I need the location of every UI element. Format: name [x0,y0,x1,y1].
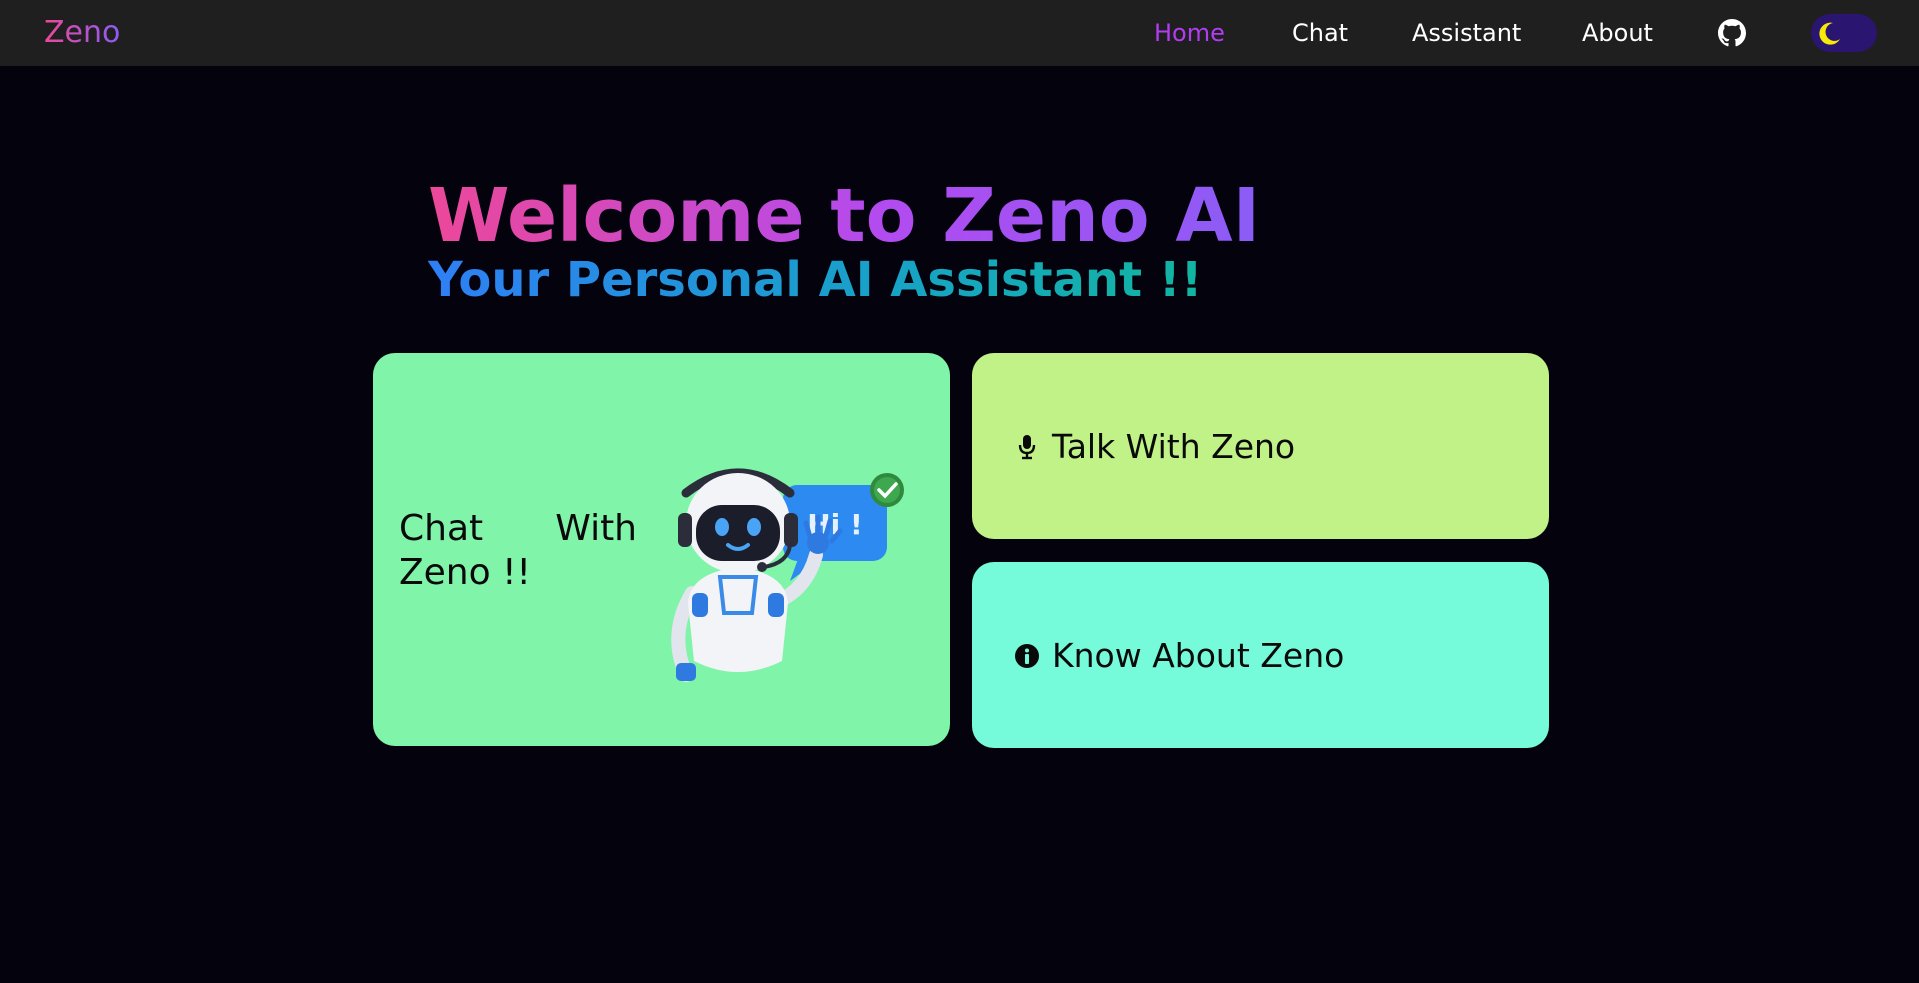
hero-subtitle: Your Personal AI Assistant !! [428,252,1203,308]
theme-toggle[interactable] [1811,14,1877,52]
github-icon[interactable] [1718,19,1746,47]
robot-illustration: Hi ! [671,468,904,682]
nav-link-assistant[interactable]: Assistant [1412,17,1521,49]
hero-title: Welcome to Zeno AI [428,170,1260,262]
talk-card-row: Talk With Zeno [1014,427,1295,467]
talk-card-label: Talk With Zeno [1052,427,1296,466]
nav-link-chat[interactable]: Chat [1292,17,1348,49]
chat-with-zeno-card[interactable]: Chat With Zeno !! Hi ! [373,353,950,746]
talk-with-zeno-card[interactable]: Talk With Zeno [972,353,1549,539]
info-icon [1014,643,1040,669]
moon-icon [1819,22,1840,45]
microphone-icon [1014,434,1040,460]
nav-link-about[interactable]: About [1582,17,1653,49]
brand-logo[interactable]: Zeno [44,14,120,52]
nav-link-home[interactable]: Home [1154,17,1225,49]
about-card-label: Know About Zeno [1052,636,1345,675]
top-navbar: Zeno Home Chat Assistant About [0,0,1919,66]
know-about-zeno-card[interactable]: Know About Zeno [972,562,1549,748]
chat-card-label: Chat With Zeno !! [399,508,637,593]
about-card-row: Know About Zeno [1014,636,1344,676]
